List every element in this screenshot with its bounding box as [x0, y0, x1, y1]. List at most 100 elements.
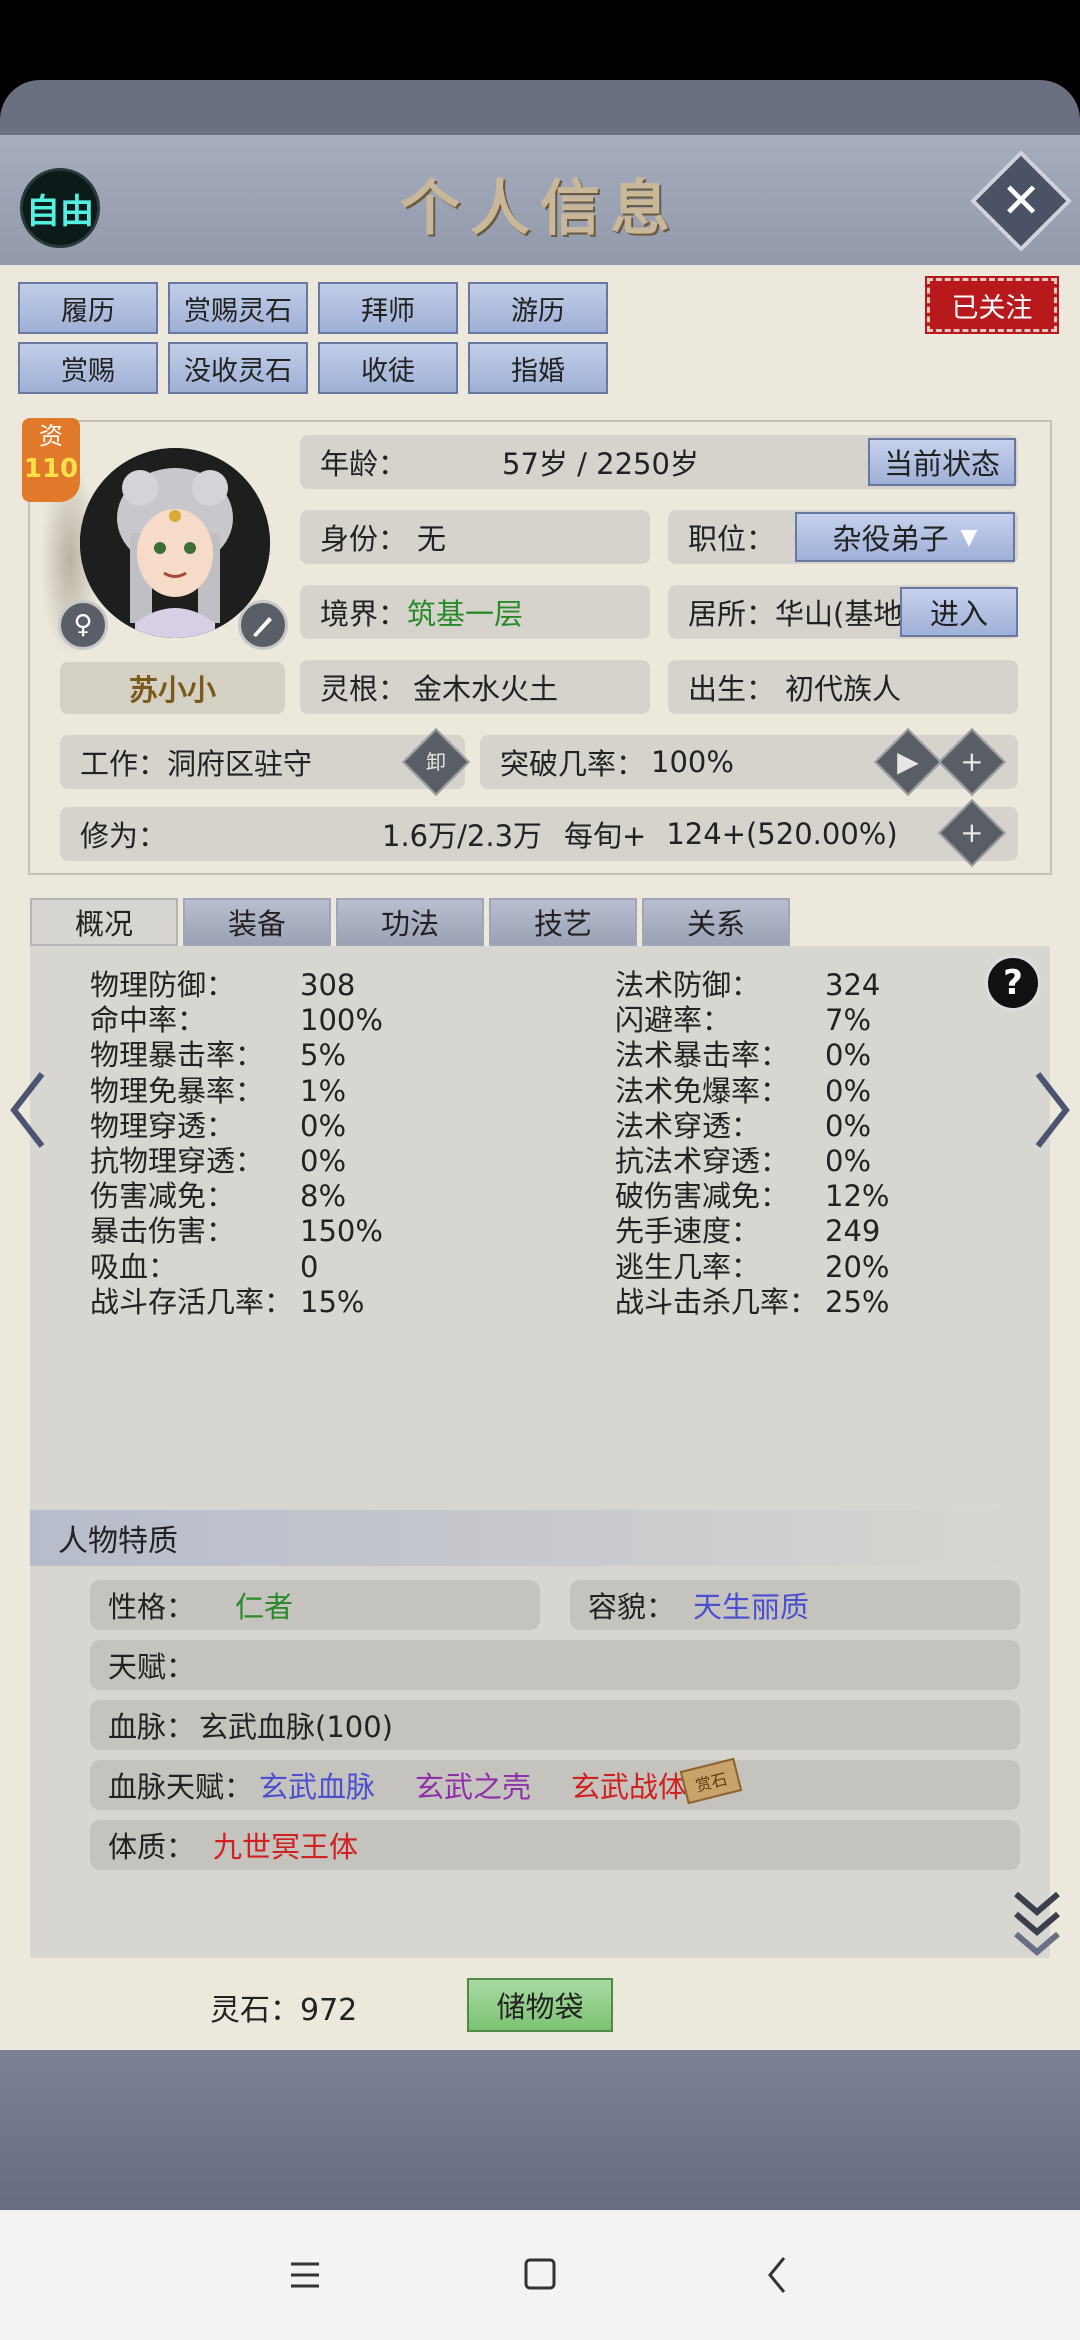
storage-bag-button[interactable]: 储物袋	[467, 1978, 613, 2032]
history-button[interactable]: 履历	[18, 282, 158, 334]
gender-glyph: ♀	[73, 610, 93, 640]
bloodline-value: 玄武血脉(100)	[199, 1710, 393, 1744]
bloodline-talent-1[interactable]: 玄武血脉	[259, 1764, 375, 1806]
cultivation-label: 修为：	[80, 819, 168, 853]
play-icon: ▶	[897, 744, 919, 778]
brush-icon	[253, 617, 272, 637]
realm-label: 境界：	[320, 597, 408, 631]
stat-right-value: 7%	[825, 1003, 872, 1038]
prev-arrow-icon[interactable]	[8, 1070, 48, 1150]
tab-techniques[interactable]: 功法	[336, 898, 484, 946]
stat-left-value: 5%	[300, 1038, 347, 1073]
stat-right-value: 0%	[825, 1073, 872, 1108]
stat-left-label: 物理免暴率：	[90, 1073, 265, 1108]
breakthrough-label: 突破几率：	[500, 747, 646, 781]
identity-label: 身份：	[320, 522, 408, 556]
unequip-label: 卸	[426, 750, 446, 774]
edit-brush-icon[interactable]	[238, 600, 288, 650]
stat-right-label: 先手速度：	[615, 1214, 761, 1249]
stat-left-value: 0%	[300, 1144, 347, 1178]
personality-row: 性格： 仁者	[90, 1580, 540, 1630]
apprentice-to-button[interactable]: 拜师	[318, 282, 458, 334]
travel-button[interactable]: 游历	[468, 282, 608, 334]
tab-skills[interactable]: 技艺	[489, 898, 637, 946]
physique-value: 九世冥王体	[213, 1830, 359, 1864]
stat-right-label: 法术穿透：	[615, 1108, 761, 1143]
menu-nav-icon[interactable]	[275, 2250, 335, 2300]
chevron-down-icon: ▼	[960, 524, 978, 550]
birth-value: 初代族人	[785, 672, 902, 706]
stat-right-label: 战斗击杀几率：	[615, 1284, 819, 1319]
spirit-root-value: 金木水火土	[413, 672, 559, 706]
avatar[interactable]	[80, 448, 270, 638]
stat-left-label: 吸血：	[90, 1249, 178, 1284]
bloodline-talent-row: 血脉天赋： 玄武血脉 玄武之壳 玄武战体	[90, 1760, 1020, 1810]
breakthrough-value: 100%	[651, 745, 734, 779]
residence-label: 居所：	[688, 597, 776, 631]
stamp-text: 赏石	[693, 1769, 730, 1796]
stat-right-value: 0%	[825, 1038, 872, 1073]
stone-value: 972	[300, 1993, 358, 2028]
current-status-button[interactable]: 当前状态	[868, 438, 1016, 486]
female-gender-icon: ♀	[58, 600, 108, 650]
stat-left-value: 1%	[300, 1073, 347, 1108]
character-name[interactable]: 苏小小	[60, 662, 285, 714]
next-arrow-icon[interactable]	[1032, 1070, 1072, 1150]
confiscate-stone-button[interactable]: 没收灵石	[168, 342, 308, 394]
help-button[interactable]: ?	[985, 955, 1041, 1011]
birth-row: 出生： 初代族人	[668, 660, 1018, 714]
stat-left-label: 命中率：	[90, 1003, 207, 1038]
page-title: 个人信息	[400, 174, 680, 244]
stat-right-label: 破伤害减免：	[615, 1179, 790, 1214]
take-disciple-button[interactable]: 收徒	[318, 342, 458, 394]
position-dropdown[interactable]: 杂役弟子 ▼	[795, 512, 1015, 562]
scroll-down-icon[interactable]	[1012, 1888, 1062, 1958]
stat-left-label: 抗物理穿透：	[90, 1144, 265, 1178]
stat-right-value: 12%	[825, 1179, 890, 1214]
stat-left-label: 物理防御：	[90, 968, 236, 1002]
talent-row: 天赋：	[90, 1640, 1020, 1690]
aptitude-label: 资	[39, 422, 63, 450]
tab-overview[interactable]: 概况	[30, 898, 178, 946]
realm-value: 筑基一层	[407, 597, 524, 631]
status-bar-area	[0, 0, 1080, 80]
enter-residence-button[interactable]: 进入	[900, 587, 1018, 637]
home-nav-icon[interactable]	[510, 2250, 570, 2300]
bloodline-talent-3[interactable]: 玄武战体	[571, 1764, 687, 1806]
tab-equipment[interactable]: 装备	[183, 898, 331, 946]
stat-left-value: 8%	[300, 1179, 347, 1214]
stat-left-value: 150%	[300, 1214, 383, 1249]
talent-label: 天赋：	[108, 1650, 196, 1684]
per-turn-label: 每旬+	[564, 819, 647, 853]
stat-right-label: 闪避率：	[615, 1003, 732, 1038]
stat-right-label: 逃生几率：	[615, 1249, 761, 1284]
appearance-row: 容貌： 天生丽质	[570, 1580, 1020, 1630]
personality-value: 仁者	[235, 1590, 294, 1624]
free-mode-button[interactable]: 自由	[20, 168, 100, 248]
stat-left-label: 战斗存活几率：	[90, 1284, 294, 1319]
close-icon: ✕	[1000, 173, 1042, 229]
arrange-marriage-button[interactable]: 指婚	[468, 342, 608, 394]
appearance-label: 容貌：	[588, 1590, 676, 1624]
tab-relations[interactable]: 关系	[642, 898, 790, 946]
reward-button[interactable]: 赏赐	[18, 342, 158, 394]
bloodline-label: 血脉：	[108, 1710, 196, 1744]
bloodline-talent-2[interactable]: 玄武之壳	[415, 1764, 531, 1806]
physique-row: 体质： 九世冥王体	[90, 1820, 1020, 1870]
reward-stone-button[interactable]: 赏赐灵石	[168, 282, 308, 334]
follow-button[interactable]: 已关注	[925, 276, 1059, 334]
stat-right-value: 324	[825, 968, 881, 1002]
bloodline-row: 血脉： 玄武血脉(100)	[90, 1700, 1020, 1750]
window-frame-top	[0, 80, 1080, 135]
stat-left-label: 伤害减免：	[90, 1179, 236, 1214]
position-value: 杂役弟子	[832, 522, 949, 556]
stat-right-label: 法术防御：	[615, 968, 761, 1002]
work-value: 洞府区驻守	[167, 747, 313, 781]
spirit-stone-display: 灵石：972	[210, 1985, 357, 2029]
stat-left-value: 15%	[300, 1284, 365, 1319]
back-nav-icon[interactable]	[748, 2250, 808, 2300]
spirit-root-label: 灵根：	[320, 672, 408, 706]
stone-label: 灵石：	[210, 1993, 300, 2028]
cultivation-value: 1.6万/2.3万	[382, 819, 543, 853]
residence-value: 华山(基地	[775, 597, 903, 631]
